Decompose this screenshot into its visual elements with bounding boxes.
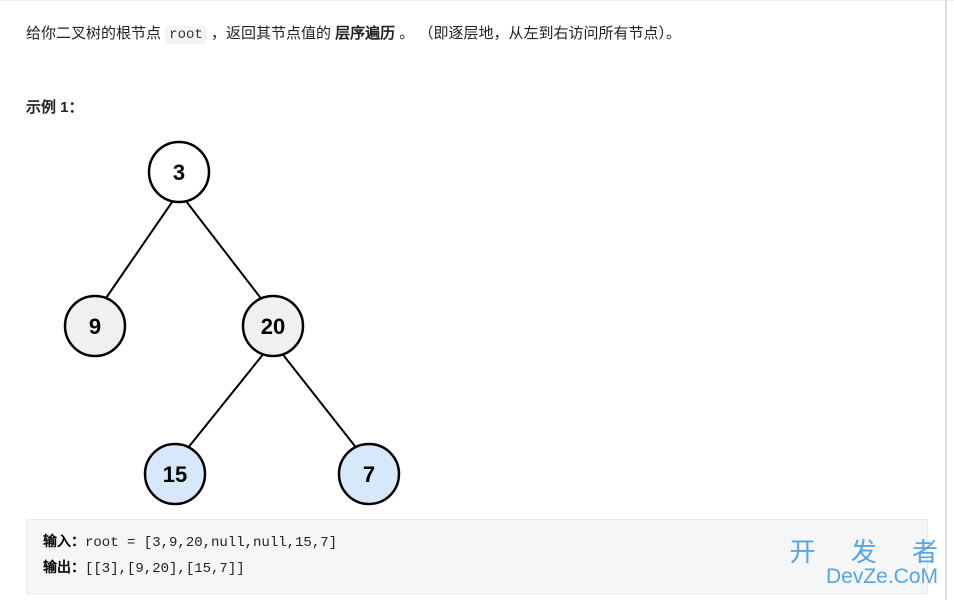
tree-edge xyxy=(179,192,273,314)
right-border xyxy=(945,0,947,600)
tree-node-left-label: 9 xyxy=(89,314,101,339)
example-codeblock: 输入：root = [3,9,20,null,null,15,7] 输出：[[3… xyxy=(26,519,928,595)
tree-node-left-leaf-label: 15 xyxy=(163,462,187,487)
desc-text-pre: 给你二叉树的根节点 xyxy=(26,25,165,42)
tree-edge xyxy=(175,342,273,464)
example-output-code: [[3],[9,20],[15,7]] xyxy=(85,561,245,577)
desc-inline-code: root xyxy=(165,26,207,44)
problem-description: 给你二叉树的根节点 root ，返回其节点值的 层序遍历 。 （即逐层地，从左到… xyxy=(26,21,928,48)
desc-text-mid: ，返回其节点值的 xyxy=(207,25,335,42)
example-input-label: 输入： xyxy=(43,533,85,549)
tree-node-root-label: 3 xyxy=(173,160,185,185)
example-input-code: root = [3,9,20,null,null,15,7] xyxy=(85,535,337,551)
example-heading: 示例 1： xyxy=(26,96,928,117)
tree-edge xyxy=(273,342,369,464)
desc-text-post: 。 （即逐层地，从左到右访问所有节点）。 xyxy=(395,25,681,42)
example-output-row: 输出：[[3],[9,20],[15,7]] xyxy=(43,556,911,582)
tree-diagram: 3 9 20 15 7 xyxy=(22,129,412,509)
tree-edge xyxy=(95,192,179,314)
problem-content: 给你二叉树的根节点 root ，返回其节点值的 层序遍历 。 （即逐层地，从左到… xyxy=(0,0,954,594)
tree-node-right-label: 20 xyxy=(261,314,285,339)
example-input-row: 输入：root = [3,9,20,null,null,15,7] xyxy=(43,530,911,556)
desc-bold-term: 层序遍历 xyxy=(335,25,395,42)
tree-node-right-leaf-label: 7 xyxy=(363,462,375,487)
example-output-label: 输出： xyxy=(43,559,85,575)
